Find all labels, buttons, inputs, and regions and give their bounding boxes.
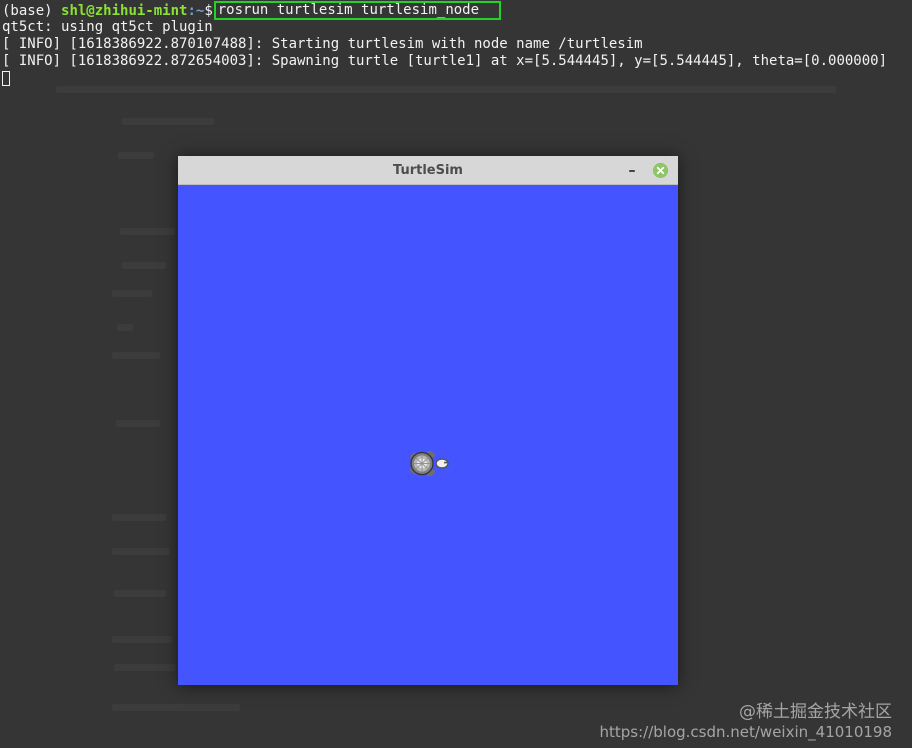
prompt-path: :~	[187, 3, 205, 19]
window-title: TurtleSim	[393, 163, 463, 178]
terminal-input-line[interactable]	[2, 70, 912, 87]
terminal-output-line: [ INFO] [1618386922.872654003]: Spawning…	[2, 53, 888, 69]
watermark: @稀土掘金技术社区 https://blog.csdn.net/weixin_4…	[599, 702, 892, 742]
prompt-user: shl@zhihui-mint	[61, 3, 188, 19]
close-icon	[653, 163, 668, 178]
minimize-icon	[629, 170, 635, 172]
command-text: rosrun turtlesim turtlesim_node	[217, 2, 480, 18]
prompt-symbol: $	[204, 3, 213, 19]
text-cursor	[2, 71, 10, 86]
minimize-button[interactable]	[624, 162, 640, 178]
prompt-env: (base)	[2, 3, 62, 19]
terminal-output-line: [ INFO] [1618386922.870107488]: Starting…	[2, 36, 643, 52]
turtlesim-canvas	[178, 185, 678, 685]
terminal-content: (base) shl@zhihui-mint:~$ rosrun turtlesi…	[2, 1, 912, 87]
turtlesim-window[interactable]: TurtleSim	[178, 156, 678, 685]
prompt-line: (base) shl@zhihui-mint:~$ rosrun turtlesi…	[2, 1, 912, 20]
watermark-url: https://blog.csdn.net/weixin_41010198	[599, 723, 892, 741]
close-button[interactable]	[653, 163, 668, 178]
command-highlight: rosrun turtlesim turtlesim_node	[213, 1, 502, 20]
window-titlebar[interactable]: TurtleSim	[178, 156, 678, 185]
turtle-icon	[410, 450, 449, 477]
terminal-output-line: qt5ct: using qt5ct plugin	[2, 19, 213, 35]
watermark-brand: @稀土掘金技术社区	[739, 702, 892, 722]
